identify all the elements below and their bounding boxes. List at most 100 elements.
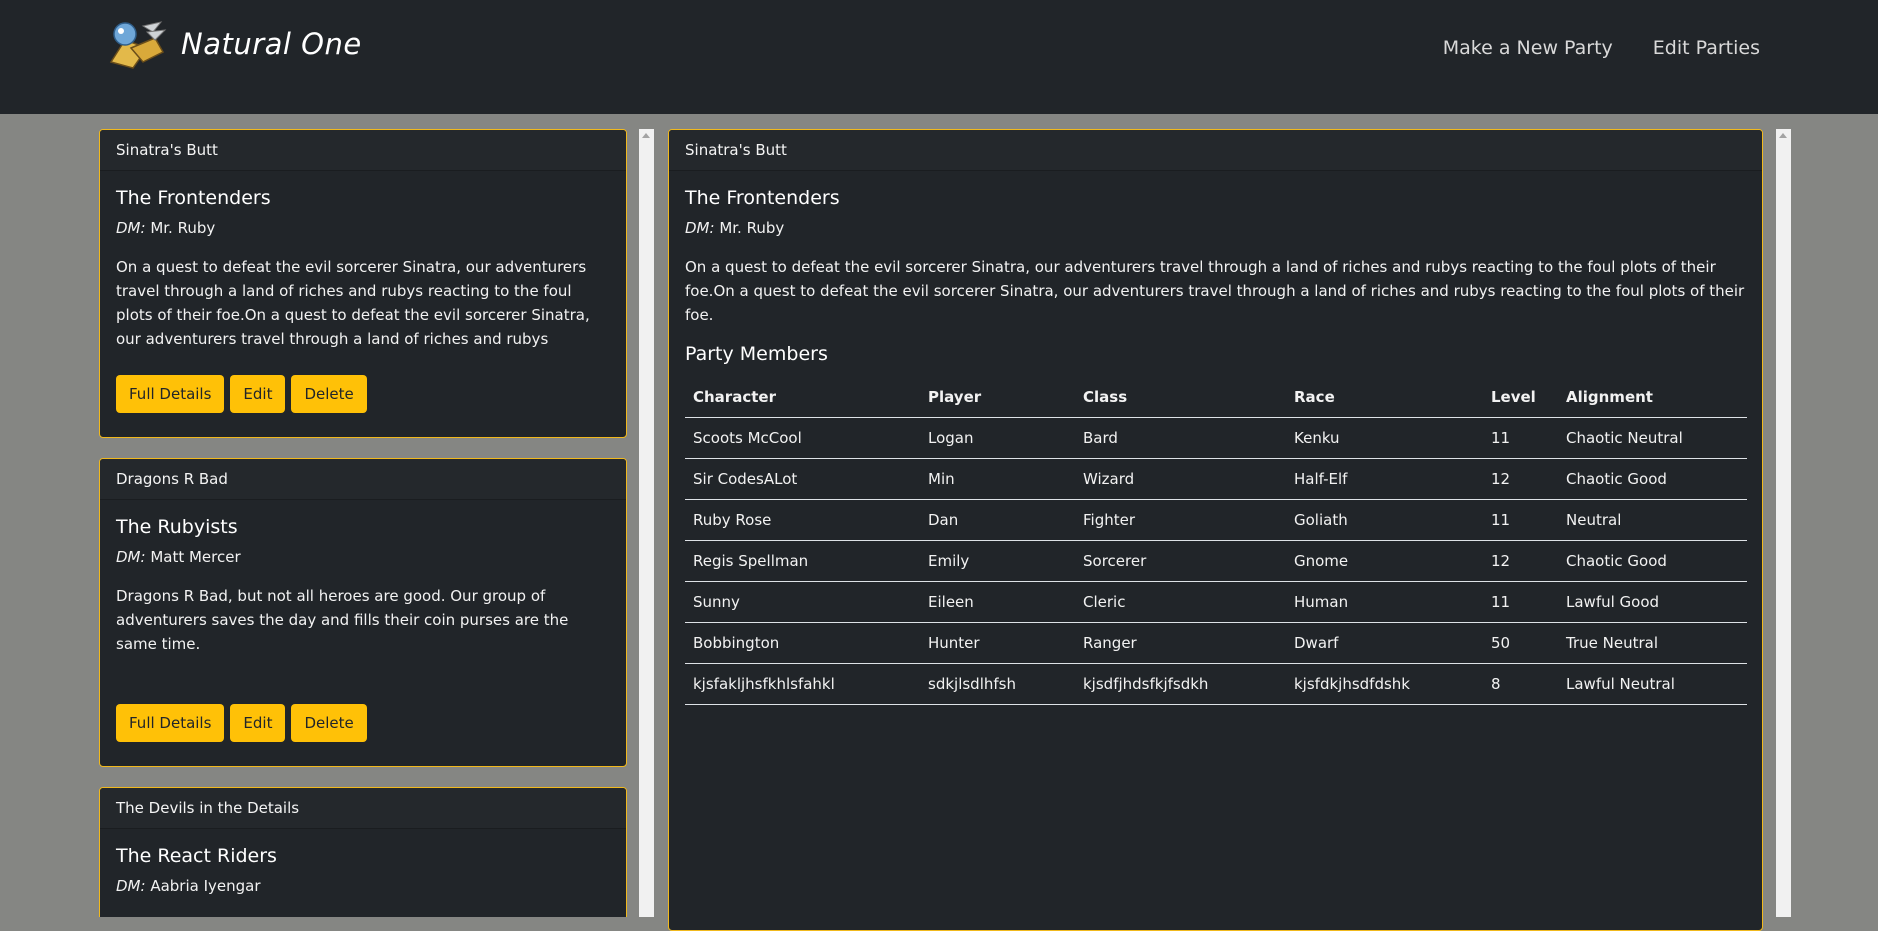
table-row: Sir CodesALot Min Wizard Half-Elf 12 Chaotic … (685, 458, 1747, 500)
party-card: Sinatra's Butt The Frontenders DM: Mr. R… (99, 129, 627, 438)
dm-label: DM: (685, 219, 715, 237)
dm-label: DM: (116, 877, 146, 895)
detail-description: On a quest to defeat the evil sorcerer S… (685, 258, 1745, 324)
party-dm: DM: Aabria Iyengar (116, 877, 610, 895)
table-row: Bobbington Hunter Ranger Dwarf 50 True Neutra… (685, 622, 1747, 664)
nav-edit-parties[interactable]: Edit Parties (1653, 37, 1760, 59)
member-player: sdkjlsdlhfsh (920, 663, 1075, 705)
col-character: Character (685, 377, 920, 418)
member-player: Logan (920, 417, 1075, 459)
member-race: kjsfdkjhsdfdshk (1286, 663, 1483, 705)
member-alignment: Lawful Neutral (1558, 663, 1747, 705)
dm-name: Aabria Iyengar (150, 877, 261, 895)
col-race: Race (1286, 377, 1483, 418)
member-alignment: Lawful Good (1558, 581, 1747, 623)
party-description: On a quest to defeat the evil sorcerer S… (116, 258, 590, 348)
member-race: Human (1286, 581, 1483, 623)
party-name: The React Riders (116, 845, 277, 867)
member-class: Bard (1075, 417, 1286, 459)
detail-campaign: Sinatra's Butt (669, 130, 1762, 171)
member-class: Ranger (1075, 622, 1286, 664)
party-description: Dragons R Bad, but not all heroes are go… (116, 587, 569, 653)
member-race: Gnome (1286, 540, 1483, 582)
member-player: Hunter (920, 622, 1075, 664)
member-player: Eileen (920, 581, 1075, 623)
delete-button[interactable]: Delete (291, 375, 367, 413)
nav-make-new-party[interactable]: Make a New Party (1443, 37, 1613, 59)
member-character: Sir CodesALot (685, 458, 920, 500)
table-row: Ruby Rose Dan Fighter Goliath 11 Neutral (685, 499, 1747, 541)
party-list-scrollbar[interactable] (639, 129, 654, 917)
brand-name: Natural One (181, 27, 362, 61)
dm-label: DM: (116, 548, 146, 566)
dm-label: DM: (116, 219, 146, 237)
member-level: 8 (1483, 663, 1558, 705)
dm-name: Mr. Ruby (719, 219, 785, 237)
member-alignment: True Neutral (1558, 622, 1747, 664)
member-character: Scoots McCool (685, 417, 920, 459)
col-alignment: Alignment (1558, 377, 1747, 418)
member-level: 50 (1483, 622, 1558, 664)
member-character: kjsfakljhsfkhlsfahkl (685, 663, 920, 705)
member-race: Goliath (1286, 499, 1483, 541)
member-race: Half-Elf (1286, 458, 1483, 500)
member-level: 12 (1483, 540, 1558, 582)
detail-party-name: The Frontenders (685, 187, 840, 209)
member-alignment: Chaotic Good (1558, 540, 1747, 582)
member-character: Sunny (685, 581, 920, 623)
party-members-body: Scoots McCool Logan Bard Kenku 11 Chaotic Neu… (685, 417, 1747, 705)
member-class: kjsdfjhdsfkjfsdkh (1075, 663, 1286, 705)
table-row: Sunny Eileen Cleric Human 11 Lawful Good (685, 581, 1747, 623)
full-details-button[interactable]: Full Details (116, 375, 225, 413)
member-player: Dan (920, 499, 1075, 541)
member-character: Ruby Rose (685, 499, 920, 541)
member-class: Sorcerer (1075, 540, 1286, 582)
dragon-logo-icon (109, 21, 167, 69)
edit-button[interactable]: Edit (230, 375, 286, 413)
party-card: The Devils in the Details The React Ride… (99, 787, 627, 917)
party-name: The Frontenders (116, 187, 271, 209)
full-details-button[interactable]: Full Details (116, 704, 225, 742)
member-alignment: Chaotic Neutral (1558, 417, 1747, 459)
party-campaign: The Devils in the Details (100, 788, 626, 829)
member-level: 11 (1483, 581, 1558, 623)
member-class: Cleric (1075, 581, 1286, 623)
member-player: Min (920, 458, 1075, 500)
party-campaign: Dragons R Bad (100, 459, 626, 500)
table-row: Regis Spellman Emily Sorcerer Gnome 12 Chaoti… (685, 540, 1747, 582)
member-character: Bobbington (685, 622, 920, 664)
edit-button[interactable]: Edit (230, 704, 286, 742)
party-dm: DM: Mr. Ruby (116, 219, 610, 237)
table-header-row: Character Player Class Race Level Alignm… (685, 377, 1747, 418)
table-row: Scoots McCool Logan Bard Kenku 11 Chaotic Neu… (685, 417, 1747, 459)
col-level: Level (1483, 377, 1558, 418)
detail-dm: DM: Mr. Ruby (685, 219, 1746, 237)
table-row: kjsfakljhsfkhlsfahkl sdkjlsdlhfsh kjsdfjhd… (685, 663, 1747, 705)
member-level: 11 (1483, 417, 1558, 459)
scroll-up-arrow-icon[interactable] (1779, 133, 1787, 138)
scroll-up-arrow-icon[interactable] (642, 133, 650, 138)
dm-name: Matt Mercer (150, 548, 241, 566)
col-class: Class (1075, 377, 1286, 418)
member-class: Wizard (1075, 458, 1286, 500)
member-race: Dwarf (1286, 622, 1483, 664)
detail-scrollbar[interactable] (1776, 129, 1791, 917)
member-alignment: Neutral (1558, 499, 1747, 541)
delete-button[interactable]: Delete (291, 704, 367, 742)
party-detail-card: Sinatra's Butt The Frontenders DM: Mr. R… (668, 129, 1763, 931)
member-alignment: Chaotic Good (1558, 458, 1747, 500)
navbar: Natural One Make a New Party Edit Partie… (0, 0, 1878, 114)
party-members-title: Party Members (685, 343, 828, 365)
party-campaign: Sinatra's Butt (100, 130, 626, 171)
party-name: The Rubyists (116, 516, 238, 538)
member-character: Regis Spellman (685, 540, 920, 582)
brand-link[interactable]: Natural One (103, 18, 362, 70)
party-dm: DM: Matt Mercer (116, 548, 610, 566)
dm-name: Mr. Ruby (150, 219, 216, 237)
party-card: Dragons R Bad The Rubyists DM: Matt Merc… (99, 458, 627, 767)
party-list: Sinatra's Butt The Frontenders DM: Mr. R… (99, 129, 627, 917)
member-race: Kenku (1286, 417, 1483, 459)
nav-links: Make a New Party Edit Parties (1443, 37, 1760, 59)
member-player: Emily (920, 540, 1075, 582)
member-class: Fighter (1075, 499, 1286, 541)
